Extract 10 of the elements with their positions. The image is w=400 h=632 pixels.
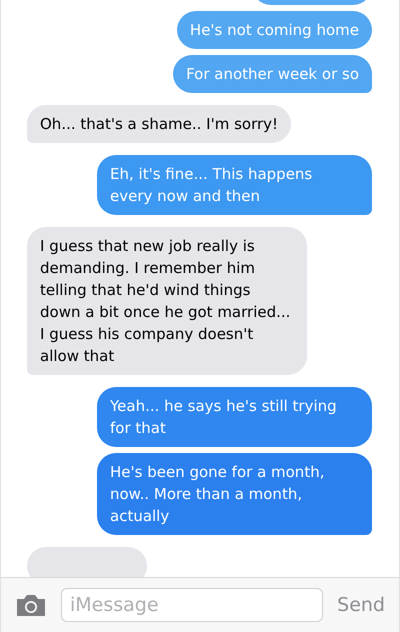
message-text: For another week or so [186, 65, 359, 83]
message-text: Yeah... he says he's still trying for that [110, 397, 337, 437]
message-text: He's not coming home [190, 21, 359, 39]
message-text: Eh, it's fine... This happens every now and then [110, 165, 312, 205]
message-text: Oh... that's a shame.. I'm sorry! [40, 115, 278, 133]
send-button[interactable]: Send [337, 590, 385, 620]
camera-icon[interactable] [15, 593, 47, 617]
message-text: I guess that new job really is demanding. I remember him telling that he'd wind things down a bit once he got married... I guess his company doesn't allow that [40, 237, 290, 365]
message-field[interactable]: iMessage [61, 588, 324, 622]
message-text: He's been gone for a month, now.. More than a month, actually [110, 463, 324, 525]
